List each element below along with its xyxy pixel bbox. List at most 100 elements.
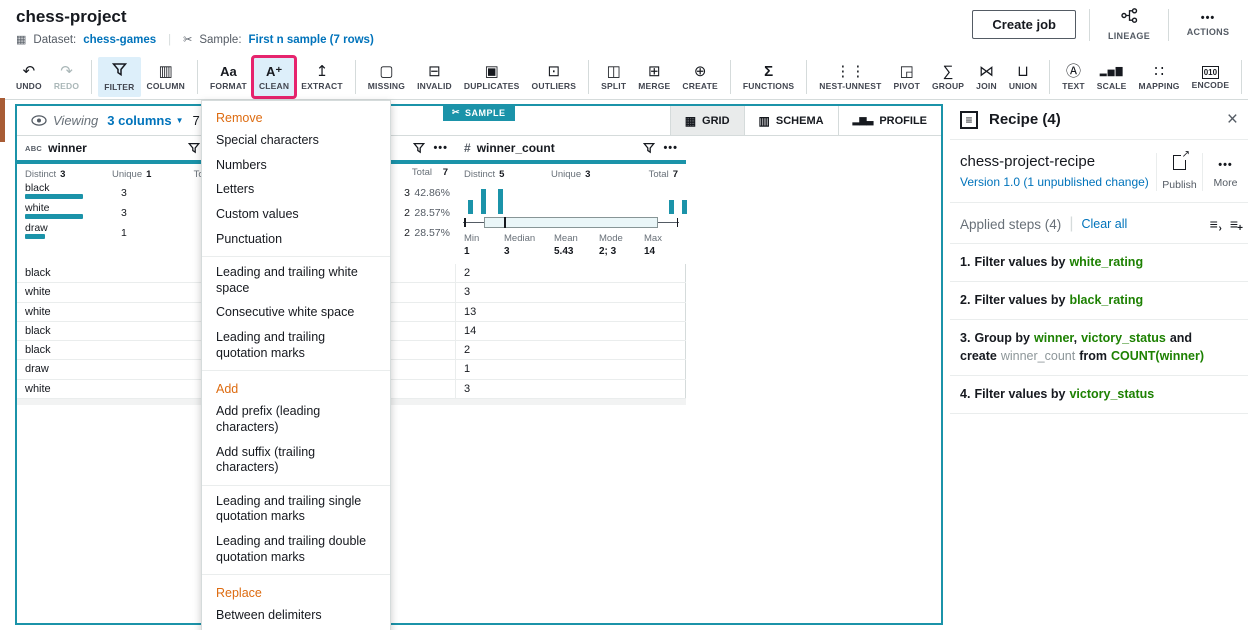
menu-item-consecutive-white-space[interactable]: Consecutive white space [202, 301, 390, 326]
menu-item-custom-values[interactable]: Custom values [202, 203, 390, 228]
column-menu-icon[interactable]: ••• [663, 142, 678, 154]
histogram-bar [468, 200, 473, 214]
encode-button[interactable]: 010 ENCODE [1186, 57, 1236, 97]
create-job-button[interactable]: Create job [972, 10, 1076, 39]
toolbar-divider [806, 60, 807, 94]
recipe-step-3[interactable]: 3.Group bywinner,victory_statusand creat… [950, 319, 1248, 376]
split-button[interactable]: ◫ SPLIT [595, 57, 632, 97]
column-menu-icon[interactable]: ••• [433, 142, 448, 154]
number-type-icon: # [464, 141, 471, 155]
close-icon[interactable]: × [1227, 110, 1238, 129]
actions-button[interactable]: ••• ACTIONS [1182, 12, 1234, 37]
column-button[interactable]: ▥ COLUMN [141, 57, 192, 97]
dataset-link[interactable]: chess-games [83, 34, 156, 46]
join-button[interactable]: ⋈ JOIN [970, 57, 1003, 97]
scale-button[interactable]: ▂▅▇ SCALE [1091, 57, 1133, 97]
duplicates-button[interactable]: ▣ DUPLICATES [458, 57, 526, 97]
menu-item-leading-trailing-single-quotes[interactable]: Leading and trailing single quotation ma… [202, 490, 390, 530]
functions-icon: Σ [764, 63, 773, 80]
menu-item-leading-trailing-white-space[interactable]: Leading and trailing white space [202, 261, 390, 301]
lineage-button[interactable]: LINEAGE [1103, 8, 1155, 41]
nest-unnest-button[interactable]: ⋮⋮ NEST-UNNEST [813, 57, 887, 97]
menu-item-letters[interactable]: Letters [202, 178, 390, 203]
undo-button[interactable]: ↶ UNDO [10, 57, 48, 97]
histogram-bar [498, 189, 503, 214]
invalid-button[interactable]: ⊟ INVALID [411, 57, 458, 97]
column-header-winner-count[interactable]: # winner_count ••• [456, 136, 686, 160]
filter-button[interactable]: FILTER [98, 57, 140, 97]
menu-item-between-delimiters[interactable]: Between delimiters [202, 604, 390, 629]
columns-dropdown[interactable]: 3 columns▼ [107, 113, 183, 128]
format-button[interactable]: Aa FORMAT [204, 57, 253, 97]
recipe-step-4[interactable]: 4.Filter values byvictory_status [950, 375, 1248, 414]
group-icon: ∑ [943, 63, 954, 80]
format-icon: Aa [220, 63, 237, 80]
histogram[interactable] [462, 184, 680, 214]
nest-unnest-icon: ⋮⋮ [835, 63, 865, 80]
distribution-bar [25, 214, 83, 219]
app-header: chess-project ▦ Dataset: chess-games | ✂… [0, 0, 1248, 54]
recipe-panel-title: Recipe (4) [989, 111, 1061, 128]
outliers-button[interactable]: ⊡ OUTLIERS [526, 57, 583, 97]
tab-schema[interactable]: ▥ SCHEMA [744, 106, 838, 135]
tab-grid[interactable]: ▦ GRID [670, 106, 744, 135]
tab-profile[interactable]: ▂▆▃ PROFILE [838, 106, 941, 135]
menu-section-add: Add [202, 375, 390, 400]
menu-item-add-suffix[interactable]: Add suffix (trailing characters) [202, 441, 390, 481]
menu-item-numbers[interactable]: Numbers [202, 154, 390, 179]
toolbar-divider [730, 60, 731, 94]
divider: | [1069, 215, 1073, 233]
duplicates-icon: ▣ [485, 63, 499, 80]
winner-count-stats: Distinct5 Unique3 Total7 [456, 164, 686, 182]
clean-button[interactable]: A⁺ CLEAN [253, 57, 295, 97]
menu-item-special-characters[interactable]: Special characters [202, 129, 390, 154]
column-filter-icon[interactable] [188, 142, 200, 154]
create-button[interactable]: ⊕ CREATE [676, 57, 724, 97]
missing-button[interactable]: ▢ MISSING [362, 57, 411, 97]
recipe-step-2[interactable]: 2.Filter values byblack_rating [950, 281, 1248, 319]
actions-label: ACTIONS [1187, 27, 1230, 37]
scale-icon: ▂▅▇ [1100, 63, 1124, 80]
toolbar-divider [1241, 60, 1242, 94]
value-distribution-row[interactable]: draw 1 [17, 222, 231, 242]
redo-button[interactable]: ↷ REDO [48, 57, 85, 97]
publish-button[interactable]: Publish [1156, 153, 1202, 191]
text-button[interactable]: Ⓐ TEXT [1056, 57, 1091, 97]
dataset-label: Dataset: [33, 34, 76, 46]
merge-button[interactable]: ⊞ MERGE [632, 57, 676, 97]
missing-icon: ▢ [379, 63, 393, 80]
sample-link[interactable]: First n sample (7 rows) [249, 34, 374, 46]
column-filter-icon[interactable] [643, 142, 655, 154]
value-distribution-row[interactable]: black 3 [17, 182, 231, 202]
column-winner: ABC winner ••• Distinct3 Unique1 Total7 … [17, 136, 231, 242]
more-button[interactable]: ••• More [1202, 153, 1248, 191]
functions-button[interactable]: Σ FUNCTIONS [737, 57, 800, 97]
clear-all-link[interactable]: Clear all [1081, 217, 1127, 231]
recipe-version-link[interactable]: Version 1.0 (1 unpublished change) [960, 175, 1156, 189]
menu-item-leading-trailing-quotation-marks[interactable]: Leading and trailing quotation marks [202, 326, 390, 366]
group-button[interactable]: ∑ GROUP [926, 57, 970, 97]
join-icon: ⋈ [979, 63, 994, 80]
menu-item-leading-trailing-double-quotes[interactable]: Leading and trailing double quotation ma… [202, 530, 390, 570]
profile-view-icon: ▂▆▃ [853, 115, 874, 126]
header-actions: Create job LINEAGE ••• ACTIONS [972, 8, 1234, 41]
meta-divider: | [168, 34, 171, 46]
lineage-label: LINEAGE [1108, 31, 1150, 41]
distribution-bar [25, 234, 45, 239]
union-button[interactable]: ⊔ UNION [1003, 57, 1043, 97]
mapping-button[interactable]: ∷ MAPPING [1133, 57, 1186, 97]
recipe-step-1[interactable]: 1.Filter values bywhite_rating [950, 243, 1248, 281]
value-distribution-row[interactable]: white 3 [17, 202, 231, 222]
menu-item-punctuation[interactable]: Punctuation [202, 228, 390, 253]
steps-outline-icon[interactable]: ≡ [1210, 216, 1218, 232]
toolbar-divider [355, 60, 356, 94]
toolbar-divider [91, 60, 92, 94]
column-filter-icon[interactable] [413, 142, 425, 154]
sample-tag: ✂ SAMPLE [443, 105, 515, 121]
pivot-button[interactable]: ◲ PIVOT [887, 57, 926, 97]
column-header-winner[interactable]: ABC winner ••• [17, 136, 231, 160]
menu-item-add-prefix[interactable]: Add prefix (leading characters) [202, 400, 390, 440]
steps-add-icon[interactable]: ≡ [1230, 216, 1238, 232]
extract-button[interactable]: ↥ EXTRACT [295, 57, 349, 97]
clean-dropdown-menu: Remove Special characters Numbers Letter… [201, 100, 391, 630]
